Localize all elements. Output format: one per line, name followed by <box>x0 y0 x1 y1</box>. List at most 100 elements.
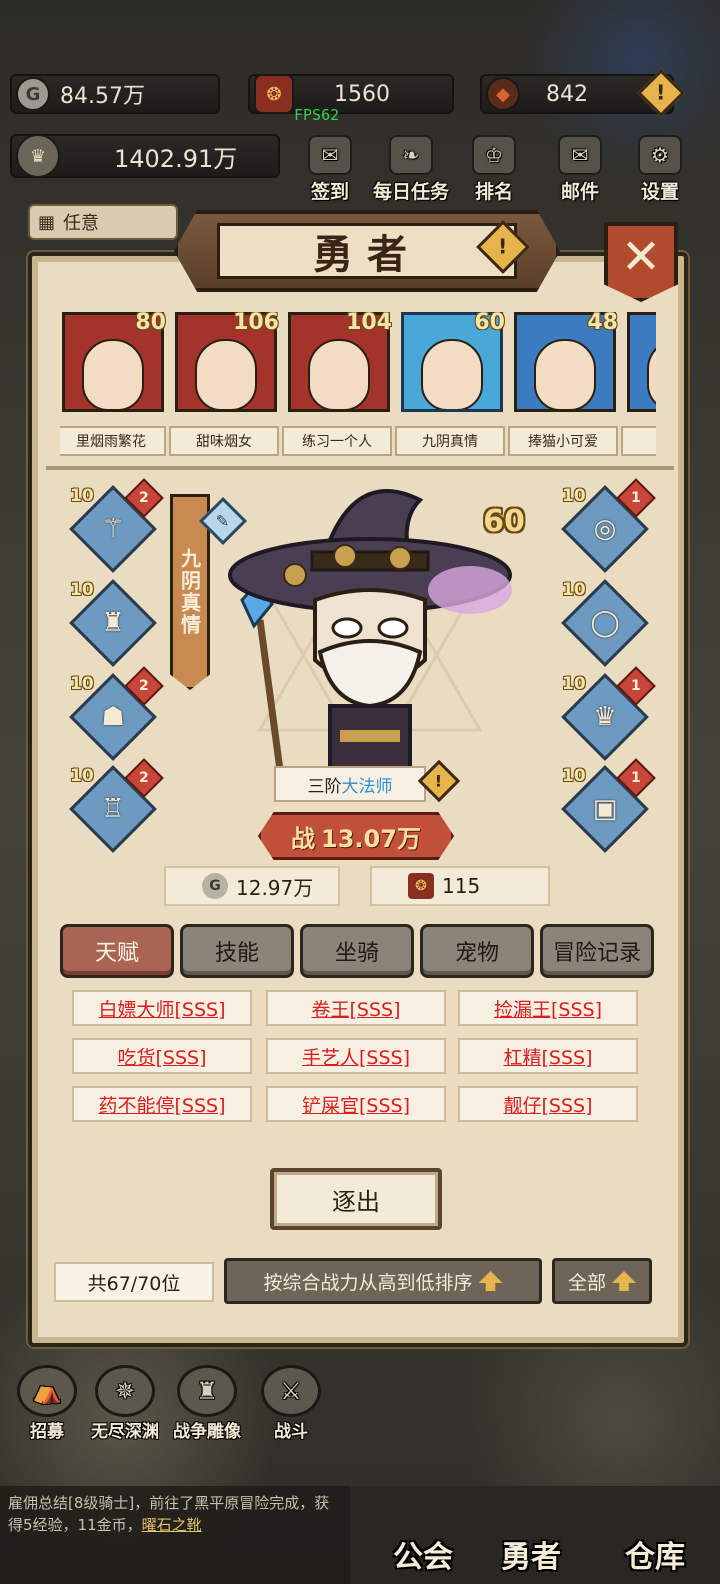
gold-counter: G 84.57万 <box>10 74 220 114</box>
hero-level: 60 <box>474 312 505 335</box>
hero-card[interactable]: 104 练习一个人 <box>280 312 394 458</box>
hero-name: 九阴真情 <box>395 426 505 456</box>
nav-guild[interactable]: 公会 <box>368 1506 478 1576</box>
cloak-icon: ♛ <box>593 702 617 732</box>
ranking-button[interactable]: ♔ 排名 <box>462 132 526 204</box>
hero-card[interactable]: 60 九阴真情 <box>393 312 507 458</box>
panel-title: 勇者 <box>217 223 517 279</box>
hero-level: 80 <box>135 312 166 335</box>
total-power-counter: ♛ 1402.91万 <box>10 134 280 178</box>
task-hint[interactable]: ▦ 任意 <box>28 204 178 240</box>
recruit-button[interactable]: ⛺ 招募 <box>6 1360 88 1442</box>
talent-item[interactable]: 白嫖大师[SSS] <box>72 990 252 1026</box>
equipment-slot[interactable]: ♛ 10 1 <box>561 666 656 761</box>
arrow-up-icon <box>478 1271 503 1291</box>
settings-button[interactable]: ⚙ 设置 <box>628 132 692 204</box>
equipment-level: 10 <box>70 674 94 694</box>
equipment-level: 10 <box>562 580 586 600</box>
talent-item[interactable]: 吃货[SSS] <box>72 1038 252 1074</box>
honor-counter: ❂ 1560 <box>248 74 454 114</box>
hero-level: 48 <box>587 312 618 335</box>
equipment-level: 10 <box>70 766 94 786</box>
equipment-slot[interactable]: ☗ 10 2 <box>69 666 164 761</box>
hero-name: 捧猫小可爱 <box>508 426 618 456</box>
talent-item[interactable]: 药不能停[SSS] <box>72 1086 252 1122</box>
hero-face <box>308 339 370 409</box>
battle-button[interactable]: ⚔ 战斗 <box>250 1360 332 1442</box>
gold-coin-icon: G <box>202 873 228 899</box>
equipment-level: 10 <box>70 486 94 506</box>
tab-mount[interactable]: 坐骑 <box>300 924 414 978</box>
talent-item[interactable]: 捡漏王[SSS] <box>458 990 638 1026</box>
hero-portrait <box>627 312 656 412</box>
task-hint-icon: ▦ <box>38 211 56 233</box>
talent-item[interactable]: 铲屎官[SSS] <box>266 1086 446 1122</box>
talent-item[interactable]: 手艺人[SSS] <box>266 1038 446 1074</box>
equipment-level: 10 <box>562 766 586 786</box>
hero-face <box>534 339 596 409</box>
robe-icon: ♜ <box>101 608 125 638</box>
hero-card[interactable]: 48 捧猫小可爱 <box>506 312 620 458</box>
boots-icon: ♖ <box>101 794 125 824</box>
staff-icon: ⚚ <box>101 514 125 544</box>
tab-skills[interactable]: 技能 <box>180 924 294 978</box>
class-tag: 三阶 大法师 <box>274 766 426 802</box>
hero-card[interactable]: 106 甜味烟女 <box>167 312 281 458</box>
honor-badge-icon: ❂ <box>254 74 294 114</box>
nav-warehouse[interactable]: 仓库 <box>600 1506 710 1576</box>
nav-heroes[interactable]: 勇者 <box>476 1506 586 1576</box>
equipment-slot[interactable]: ◯ 10 <box>561 579 649 667</box>
equipment-slot[interactable]: ♜ 10 <box>69 579 157 667</box>
honor-value: 1560 <box>334 81 390 107</box>
hero-carousel[interactable]: 80 里烟雨繁花 106 甜味烟女 104 练习一个人 60 九阴真情 48 捧猫小可爱我叫 <box>60 312 656 460</box>
gear-icon: ⚙ <box>638 135 682 175</box>
arrow-up-icon <box>612 1271 636 1291</box>
equipment-slot[interactable]: ♖ 10 2 <box>69 758 164 853</box>
hero-face <box>647 339 656 409</box>
hero-face <box>195 339 257 409</box>
equipment-level: 10 <box>562 486 586 506</box>
equipment-slot[interactable]: ⚚ 10 2 <box>69 478 164 573</box>
hero-card[interactable]: 80 里烟雨繁花 <box>60 312 168 458</box>
tab-pet[interactable]: 宠物 <box>420 924 534 978</box>
tab-adventure-log[interactable]: 冒险记录 <box>540 924 654 978</box>
equipment-slot[interactable]: ◎ 10 1 <box>561 478 656 573</box>
hero-name: 里烟雨繁花 <box>60 426 166 456</box>
filter-button[interactable]: 全部 <box>552 1258 652 1304</box>
gold-coin-icon: G <box>16 77 50 111</box>
scroll-icon: ❧ <box>389 135 433 175</box>
sort-button[interactable]: 按综合战力从高到低排序 <box>224 1258 542 1304</box>
war-statue-button[interactable]: ♜ 战争雕像 <box>166 1360 248 1442</box>
expel-button[interactable]: 逐出 <box>270 1168 442 1230</box>
laurel-crown-icon: ♛ <box>16 134 60 178</box>
sign-in-button[interactable]: ✉ 签到 <box>298 132 362 204</box>
equipment-level: 10 <box>562 674 586 694</box>
gem-value: 842 <box>546 81 588 107</box>
equipment-slot[interactable]: ▣ 10 1 <box>561 758 656 853</box>
hero-strip-divider <box>46 466 674 470</box>
swords-icon: ⚔ <box>261 1365 321 1417</box>
hero-name: 我叫 <box>621 426 656 456</box>
close-icon: ✕ <box>620 229 662 285</box>
item-link[interactable]: 曜石之靴 <box>142 1516 202 1534</box>
endless-abyss-button[interactable]: ✵ 无尽深渊 <box>84 1360 166 1442</box>
hero-card[interactable]: 我叫 <box>619 312 656 458</box>
combat-power-value: 13.07万 <box>321 824 421 853</box>
talent-item[interactable]: 杠精[SSS] <box>458 1038 638 1074</box>
belt-icon: ▣ <box>592 794 618 824</box>
wizard-portrait <box>228 489 512 773</box>
mail-button[interactable]: ✉ 邮件 <box>548 132 612 204</box>
hero-face <box>421 339 483 409</box>
daily-tasks-button[interactable]: ❧ 每日任务 <box>370 132 452 204</box>
necklace-icon: ◎ <box>593 514 617 544</box>
mail-icon: ✉ <box>558 135 602 175</box>
combat-power-ribbon: 战 13.07万 <box>258 812 454 860</box>
equipment-level: 10 <box>70 580 94 600</box>
talent-item[interactable]: 卷王[SSS] <box>266 990 446 1026</box>
total-power-value: 1402.91万 <box>114 144 238 173</box>
hero-name: 甜味烟女 <box>169 426 279 456</box>
hero-name: 练习一个人 <box>282 426 392 456</box>
tab-talent[interactable]: 天赋 <box>60 924 174 978</box>
talent-item[interactable]: 靓仔[SSS] <box>458 1086 638 1122</box>
hood-icon: ☗ <box>101 702 125 732</box>
